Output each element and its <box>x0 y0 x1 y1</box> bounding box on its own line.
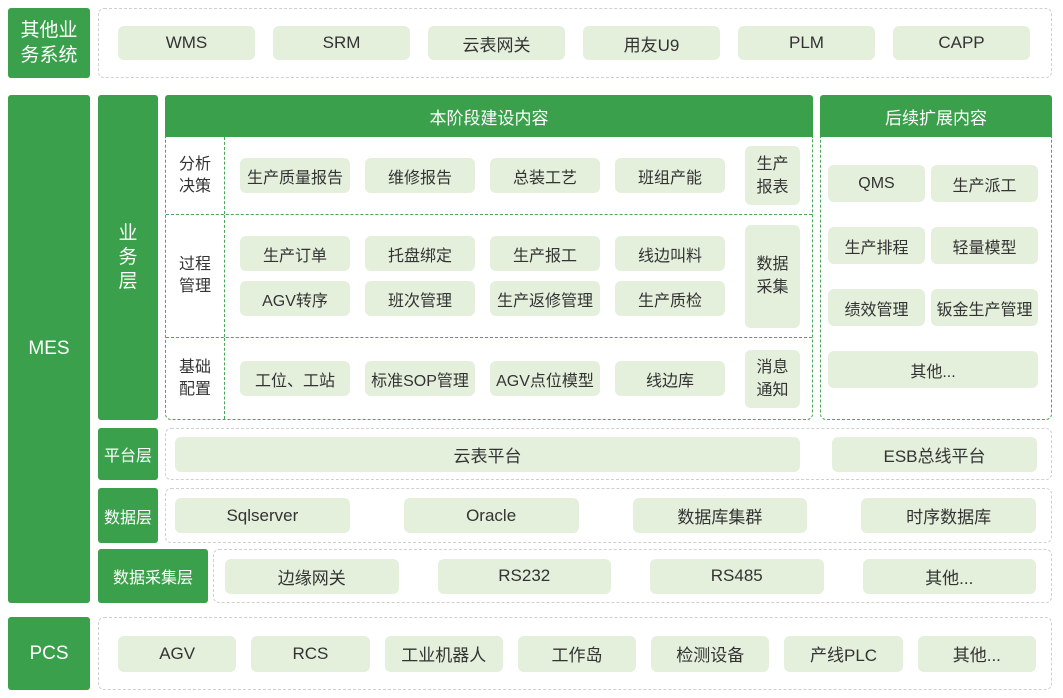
current-stage-header: 本阶段建设内容 <box>165 95 813 137</box>
side-module-item: 消息 通知 <box>745 349 800 408</box>
data-collection-layer-label: 数据采集层 <box>98 549 208 603</box>
side-module-line: 数据 <box>756 256 789 273</box>
future-module-item: 钣金生产管理 <box>931 289 1038 326</box>
section-label-line: 配置 <box>178 380 211 398</box>
future-extension-header: 后续扩展内容 <box>820 95 1052 137</box>
section-analysis-decision: 分析 决策 生产质量报告 维修报告 总装工艺 班组产能 生产 报表 <box>166 137 812 215</box>
business-layer-label: 业 务 层 <box>98 95 158 420</box>
collection-item: RS232 <box>437 558 611 594</box>
future-module-item: 生产派工 <box>931 165 1038 202</box>
module-item: 班组产能 <box>615 158 725 193</box>
future-module-item: QMS <box>828 165 925 202</box>
pcs-item: 工作岛 <box>517 635 637 672</box>
module-item: 总装工艺 <box>490 158 600 193</box>
side-module-line: 消息 <box>756 358 789 376</box>
data-layer-label: 数据层 <box>98 488 158 543</box>
platform-layer-row: 云表平台 ESB总线平台 <box>165 428 1052 480</box>
section-label: 基础 配置 <box>166 338 225 419</box>
module-item: 维修报告 <box>365 158 475 193</box>
module-item: 线边叫料 <box>615 236 725 271</box>
section-label: 分析 决策 <box>166 137 225 214</box>
future-module-item: 生产排程 <box>828 227 925 264</box>
other-system-item: 云表网关 <box>428 26 565 60</box>
other-system-item: PLM <box>738 26 875 60</box>
module-item: 生产订单 <box>240 236 350 271</box>
platform-item: 云表平台 <box>175 436 800 472</box>
pcs-item: 产线PLC <box>784 635 903 672</box>
other-systems-label-line: 务系统 <box>20 45 78 66</box>
module-item: 生产返修管理 <box>490 281 600 316</box>
module-item: AGV转序 <box>240 281 350 316</box>
module-item: 生产质检 <box>615 281 725 316</box>
pcs-item: 其他... <box>917 635 1036 672</box>
business-layer-label-char: 业 <box>118 222 138 244</box>
other-systems-row: WMS SRM 云表网关 用友U9 PLM CAPP <box>98 8 1052 78</box>
pcs-label-text: PCS <box>29 642 69 664</box>
section-items: 生产质量报告 维修报告 总装工艺 班组产能 <box>240 158 725 193</box>
section-basic-config: 基础 配置 工位、工站 标准SOP管理 AGV点位模型 线边库 消息 通知 <box>166 338 812 419</box>
module-item: 生产质量报告 <box>240 158 350 193</box>
mes-label: MES <box>8 95 90 603</box>
current-stage-panel: 分析 决策 生产质量报告 维修报告 总装工艺 班组产能 生产 报表 过程 管理 … <box>165 137 813 420</box>
module-item: 标准SOP管理 <box>365 361 475 396</box>
side-module-line: 报表 <box>756 178 789 196</box>
future-extension-panel: QMS 生产派工 生产排程 轻量模型 绩效管理 钣金生产管理 其他... <box>820 137 1052 420</box>
pcs-item: 检测设备 <box>651 635 770 672</box>
side-module-item: 生产 报表 <box>745 146 800 205</box>
collection-item: 其他... <box>862 558 1036 594</box>
module-item: 托盘绑定 <box>365 236 475 271</box>
side-module-line: 生产 <box>756 155 789 173</box>
data-layer-label-text: 数据层 <box>103 509 152 527</box>
future-module-item: 轻量模型 <box>931 227 1038 264</box>
platform-item: ESB总线平台 <box>832 436 1037 472</box>
other-system-item: 用友U9 <box>583 26 720 60</box>
collection-item: RS485 <box>650 558 824 594</box>
section-label-line: 管理 <box>178 278 211 295</box>
data-collection-layer-label-text: 数据采集层 <box>112 570 193 587</box>
other-systems-label: 其他业 务系统 <box>8 8 90 78</box>
other-systems-label-line: 其他业 <box>20 20 78 41</box>
section-items: 生产订单 托盘绑定 生产报工 线边叫料 AGV转序 班次管理 生产返修管理 生产… <box>240 236 725 316</box>
future-module-other: 其他... <box>828 351 1038 388</box>
database-item: 时序数据库 <box>861 498 1036 533</box>
pcs-item: 工业机器人 <box>384 635 503 672</box>
module-item: 班次管理 <box>365 281 475 316</box>
other-system-item: SRM <box>273 26 410 60</box>
data-layer-row: Sqlserver Oracle 数据库集群 时序数据库 <box>165 488 1052 543</box>
module-item: 工位、工站 <box>240 361 350 396</box>
database-item: Sqlserver <box>175 498 350 533</box>
module-item: 生产报工 <box>490 236 600 271</box>
section-process-management: 过程 管理 生产订单 托盘绑定 生产报工 线边叫料 AGV转序 班次管理 生产返… <box>166 215 812 338</box>
side-module-line: 采集 <box>756 279 789 296</box>
collection-item: 边缘网关 <box>225 558 399 594</box>
section-label: 过程 管理 <box>166 215 225 337</box>
platform-layer-label: 平台层 <box>98 428 158 480</box>
section-label-line: 决策 <box>178 177 211 195</box>
section-items: 工位、工站 标准SOP管理 AGV点位模型 线边库 <box>240 361 725 396</box>
database-item: Oracle <box>403 498 579 533</box>
pcs-item: AGV <box>118 635 237 672</box>
section-label-line: 分析 <box>178 155 211 173</box>
module-item: AGV点位模型 <box>490 361 600 396</box>
database-item: 数据库集群 <box>632 498 808 533</box>
business-layer-label-char: 层 <box>118 270 138 292</box>
side-module-line: 通知 <box>756 381 789 399</box>
pcs-row: AGV RCS 工业机器人 工作岛 检测设备 产线PLC 其他... <box>98 617 1052 690</box>
section-label-line: 过程 <box>178 256 211 273</box>
side-module-item: 数据 采集 <box>745 224 800 328</box>
business-layer-label-char: 务 <box>118 246 138 268</box>
pcs-label: PCS <box>8 617 90 690</box>
data-collection-layer-row: 边缘网关 RS232 RS485 其他... <box>213 549 1052 603</box>
future-module-item: 绩效管理 <box>828 289 925 326</box>
pcs-item: RCS <box>251 635 370 672</box>
platform-layer-label-text: 平台层 <box>103 448 152 465</box>
mes-label-text: MES <box>28 338 70 359</box>
other-system-item: CAPP <box>893 26 1030 60</box>
other-system-item: WMS <box>118 26 255 60</box>
section-label-line: 基础 <box>178 358 211 376</box>
module-item: 线边库 <box>615 361 725 396</box>
